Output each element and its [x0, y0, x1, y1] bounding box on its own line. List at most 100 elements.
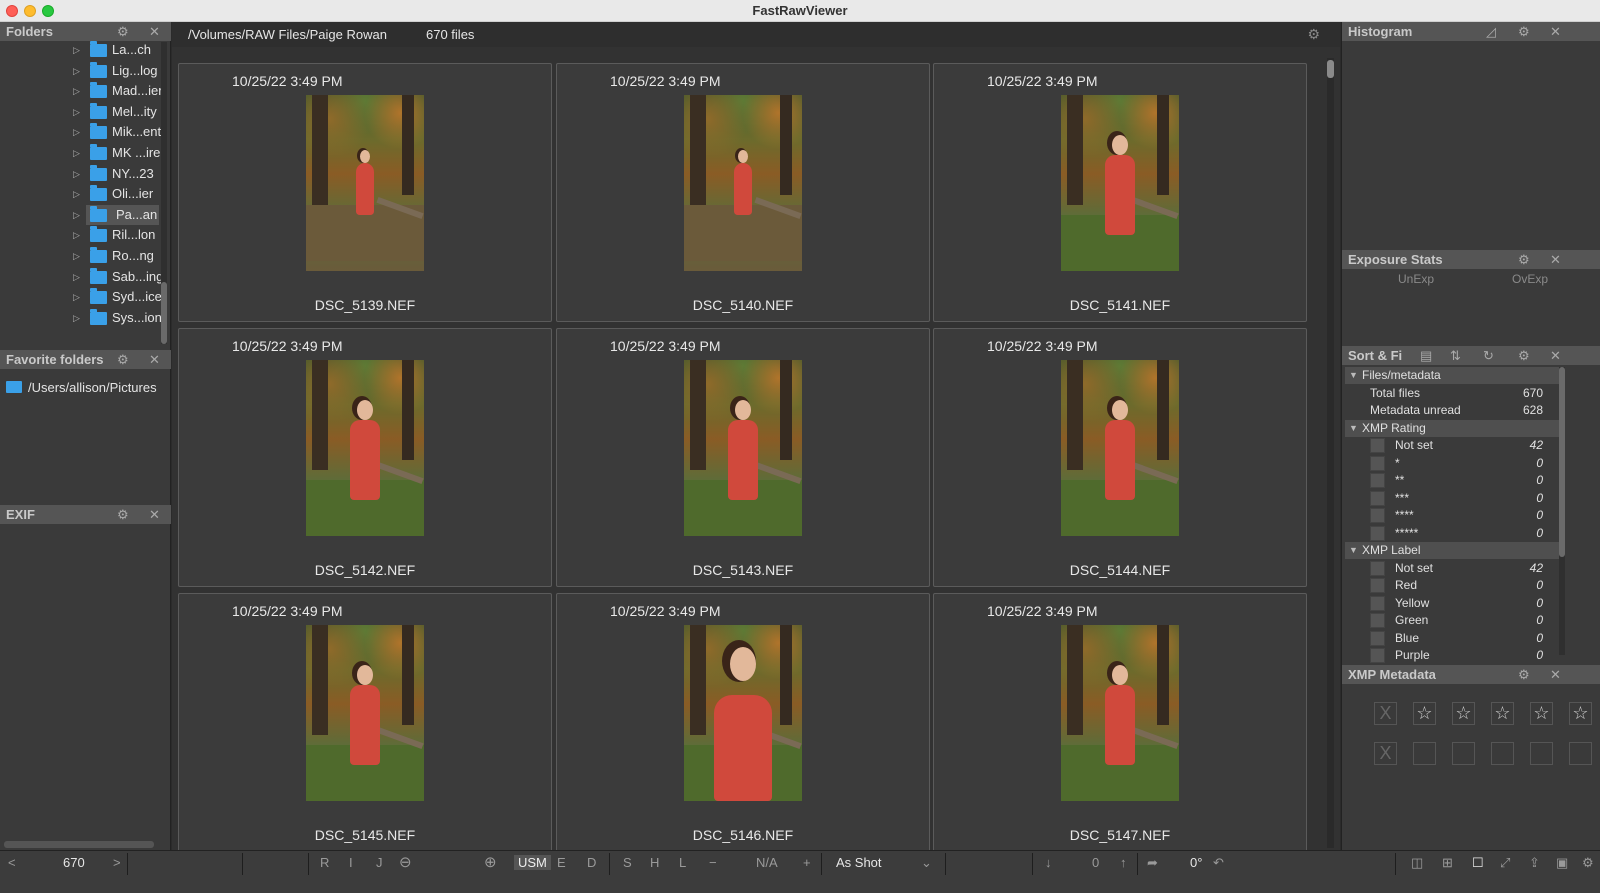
folder-item[interactable]: ▷ Sab...ing	[0, 267, 163, 287]
gear-icon[interactable]: ⚙	[1518, 250, 1530, 269]
folder-tree-scrollbar[interactable]	[161, 42, 167, 344]
label-yellow-button[interactable]	[1452, 742, 1475, 765]
fullscreen-icon[interactable]: ⤢	[1500, 851, 1510, 875]
exif-horizontal-scrollbar[interactable]	[4, 841, 154, 848]
photo-thumbnail[interactable]	[1061, 95, 1179, 271]
expand-arrow-icon[interactable]: ▷	[73, 122, 80, 142]
rating-filter-row[interactable]: ** 0	[1345, 472, 1559, 489]
rating-filter-row[interactable]: * 0	[1345, 455, 1559, 472]
photo-thumbnail[interactable]	[684, 625, 802, 801]
filter-checkbox[interactable]	[1370, 560, 1385, 576]
expand-arrow-icon[interactable]: ▷	[73, 205, 80, 225]
refresh-icon[interactable]: ↻	[1483, 346, 1494, 365]
folder-item[interactable]: ▷ Mik...ent	[0, 122, 161, 142]
chevron-down-icon[interactable]: ⌄	[921, 851, 932, 875]
label-filter-row[interactable]: Purple 0	[1345, 647, 1559, 664]
scrollbar-thumb[interactable]	[161, 282, 167, 344]
thumbnail-scrollbar[interactable]	[1327, 58, 1334, 848]
label-clear-button[interactable]: X	[1374, 742, 1397, 765]
expand-arrow-icon[interactable]: ▷	[73, 40, 80, 60]
photo-thumbnail[interactable]	[306, 625, 424, 801]
photo-thumbnail[interactable]	[684, 360, 802, 536]
expand-arrow-icon[interactable]: ▷	[73, 246, 80, 266]
filter-checkbox[interactable]	[1370, 508, 1385, 523]
gear-icon[interactable]: ⚙	[1582, 851, 1594, 875]
filter-checkbox[interactable]	[1370, 438, 1385, 453]
star-4-button[interactable]: ☆	[1530, 702, 1553, 725]
raw-mode-button[interactable]: R	[320, 851, 329, 875]
xmp-label-group[interactable]: ▼ XMP Label	[1345, 542, 1559, 559]
label-filter-row[interactable]: Red 0	[1345, 577, 1559, 594]
exposure-button[interactable]: E	[557, 851, 566, 875]
gear-icon[interactable]: ⚙	[1518, 665, 1530, 684]
label-blue-button[interactable]	[1530, 742, 1553, 765]
compare-view-icon[interactable]: ◫	[1411, 851, 1423, 875]
label-filter-row[interactable]: Yellow 0	[1345, 595, 1559, 612]
expand-arrow-icon[interactable]: ▷	[73, 143, 80, 163]
white-balance-select[interactable]: As Shot	[836, 851, 882, 875]
label-green-button[interactable]	[1491, 742, 1514, 765]
expand-arrow-icon[interactable]: ▷	[73, 102, 80, 122]
filter-checkbox[interactable]	[1370, 455, 1385, 471]
close-icon[interactable]: ✕	[1550, 250, 1561, 269]
expand-arrow-icon[interactable]: ▷	[73, 81, 80, 101]
expand-arrow-icon[interactable]: ▷	[73, 267, 80, 287]
collapse-arrow-icon[interactable]: ▼	[1349, 542, 1358, 559]
close-icon[interactable]: ✕	[149, 350, 160, 369]
label-filter-row[interactable]: Blue 0	[1345, 630, 1559, 647]
zoom-in-icon[interactable]: ⊕	[484, 851, 497, 875]
filter-checkbox[interactable]	[1370, 525, 1385, 541]
folder-item[interactable]: ▷ Ro...ng	[0, 246, 160, 266]
expand-arrow-icon[interactable]: ▷	[73, 225, 80, 245]
photo-thumbnail[interactable]	[306, 360, 424, 536]
folder-item[interactable]: ▷ Mad...ier	[0, 81, 163, 101]
folder-item[interactable]: ▷ Sys...ion	[0, 308, 162, 328]
gear-icon[interactable]: ⚙	[117, 350, 129, 369]
rating-filter-row[interactable]: **** 0	[1345, 507, 1559, 524]
close-icon[interactable]: ✕	[1550, 22, 1561, 41]
reject-button[interactable]: X	[1374, 702, 1397, 725]
thumbnail-cell[interactable]: 10/25/22 3:49 PM DSC_5145.NEF	[178, 593, 552, 852]
folder-item[interactable]: ▷ NY...23	[0, 164, 160, 184]
jpeg-mode-button[interactable]: J	[376, 851, 383, 875]
photo-thumbnail[interactable]	[1061, 360, 1179, 536]
photo-thumbnail[interactable]	[306, 95, 424, 271]
minus-button[interactable]: −	[709, 851, 717, 875]
close-icon[interactable]: ✕	[149, 505, 160, 524]
label-filter-row[interactable]: Not set 42	[1345, 560, 1559, 577]
gear-icon[interactable]: ⚙	[117, 505, 129, 524]
usm-button[interactable]: USM	[514, 851, 551, 875]
highlights-button[interactable]: H	[650, 851, 659, 875]
thumbnail-cell[interactable]: 10/25/22 3:49 PM DSC_5140.NEF	[556, 63, 930, 322]
expand-arrow-icon[interactable]: ▷	[73, 308, 80, 328]
single-view-icon[interactable]: ☐	[1472, 851, 1484, 875]
filter-checkbox[interactable]	[1370, 473, 1385, 488]
filter-checkbox[interactable]	[1370, 490, 1385, 506]
plus-button[interactable]: +	[803, 851, 811, 875]
gear-icon[interactable]: ⚙	[1518, 346, 1530, 365]
document-icon[interactable]: ▤	[1420, 346, 1432, 365]
panel-toggle-icon[interactable]: ▣	[1556, 851, 1568, 875]
rating-filter-row[interactable]: Not set 42	[1345, 437, 1559, 454]
prev-file-button[interactable]: <	[8, 851, 16, 875]
sort-filter-scrollbar[interactable]	[1559, 367, 1565, 655]
star-2-button[interactable]: ☆	[1452, 702, 1475, 725]
arrow-up-icon[interactable]: ↑	[1120, 851, 1127, 875]
folder-item[interactable]: ▷ Oli...ier	[0, 184, 160, 204]
gear-icon[interactable]: ⚙	[117, 22, 129, 41]
next-file-button[interactable]: >	[113, 851, 121, 875]
close-icon[interactable]: ✕	[1550, 346, 1561, 365]
favorite-folder-item[interactable]: /Users/allison/Pictures	[6, 380, 157, 395]
thumbnail-cell[interactable]: 10/25/22 3:49 PM DSC_5146.NEF	[556, 593, 930, 852]
detail-button[interactable]: D	[587, 851, 596, 875]
thumbnail-cell[interactable]: 10/25/22 3:49 PM DSC_5143.NEF	[556, 328, 930, 587]
filter-checkbox[interactable]	[1370, 578, 1385, 593]
undo-icon[interactable]: ↶	[1213, 851, 1224, 875]
grid-view-icon[interactable]: ⊞	[1442, 851, 1453, 875]
sort-icon[interactable]: ⇅	[1450, 346, 1461, 365]
folder-item[interactable]: ▷ Ril...lon	[0, 225, 160, 245]
arrow-down-icon[interactable]: ↓	[1045, 851, 1052, 875]
thumbnail-cell[interactable]: 10/25/22 3:49 PM DSC_5139.NEF	[178, 63, 552, 322]
folder-item[interactable]: ▷ Mel...ity	[0, 102, 160, 122]
rating-filter-row[interactable]: *** 0	[1345, 490, 1559, 507]
